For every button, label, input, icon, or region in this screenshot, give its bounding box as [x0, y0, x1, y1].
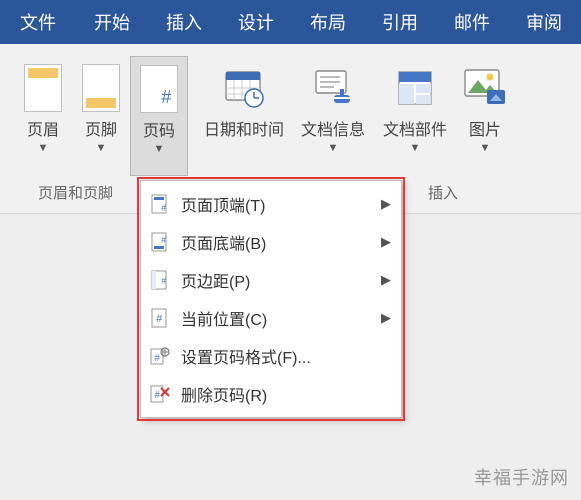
- tab-label: 插入: [166, 9, 202, 35]
- svg-text:#: #: [154, 390, 160, 401]
- page-number-menu: # 页面顶端(T) ▶ # 页面底端(B) ▶ # 页边距(P) ▶ # 当前位…: [140, 180, 402, 418]
- datetime-icon: [221, 60, 267, 116]
- menu-format-page-numbers[interactable]: # 设置页码格式(F)...: [141, 337, 401, 375]
- datetime-button[interactable]: 日期和时间: [196, 56, 292, 176]
- menu-item-label: 当前位置(C): [181, 306, 371, 330]
- menu-remove-page-numbers[interactable]: # 删除页码(R): [141, 375, 401, 413]
- page-number-button[interactable]: # 页码 ▼: [130, 56, 188, 176]
- tab-label: 审阅: [526, 9, 562, 35]
- picture-icon: [462, 60, 508, 116]
- footer-button[interactable]: 页脚 ▼: [72, 56, 130, 176]
- tab-home[interactable]: 开始: [76, 0, 148, 44]
- chevron-right-icon: ▶: [381, 310, 391, 326]
- page-number-icon: #: [136, 61, 182, 117]
- format-page-number-icon: #: [149, 345, 171, 367]
- tab-file[interactable]: 文件: [0, 0, 76, 44]
- tab-label: 设计: [238, 9, 274, 35]
- remove-page-number-icon: #: [149, 383, 171, 405]
- header-button[interactable]: 页眉 ▼: [14, 56, 72, 176]
- datetime-button-label: 日期和时间: [204, 122, 284, 140]
- menu-item-label: 设置页码格式(F)...: [181, 344, 391, 368]
- tab-label: 邮件: [454, 9, 490, 35]
- page-number-button-label: 页码: [143, 123, 175, 141]
- watermark: 幸福手游网: [474, 464, 569, 490]
- current-position-icon: #: [149, 307, 171, 329]
- menu-bottom-of-page[interactable]: # 页面底端(B) ▶: [141, 223, 401, 261]
- menu-item-label: 页面底端(B): [181, 230, 371, 254]
- tab-file-label: 文件: [20, 9, 56, 35]
- header-button-label: 页眉: [27, 122, 59, 140]
- tab-label: 引用: [382, 9, 418, 35]
- tab-label: 布局: [310, 9, 346, 35]
- chevron-right-icon: ▶: [381, 234, 391, 250]
- chevron-right-icon: ▶: [381, 272, 391, 288]
- picture-button[interactable]: 图片 ▼: [456, 56, 514, 176]
- group-header-footer-label: 页眉和页脚: [38, 182, 113, 203]
- page-top-icon: #: [149, 193, 171, 215]
- tab-label: 开始: [94, 9, 130, 35]
- chevron-down-icon: ▼: [328, 142, 339, 154]
- chevron-right-icon: ▶: [381, 196, 391, 212]
- chevron-down-icon: ▼: [410, 142, 421, 154]
- docinfo-button[interactable]: 文档信息 ▼: [292, 56, 374, 176]
- chevron-down-icon: ▼: [154, 143, 165, 155]
- picture-button-label: 图片: [469, 122, 501, 140]
- tab-design[interactable]: 设计: [220, 0, 292, 44]
- docinfo-button-label: 文档信息: [301, 122, 365, 140]
- chevron-down-icon: ▼: [480, 142, 491, 154]
- menu-page-margins[interactable]: # 页边距(P) ▶: [141, 261, 401, 299]
- chevron-down-icon: ▼: [38, 142, 49, 154]
- svg-text:#: #: [154, 353, 160, 364]
- menu-current-position[interactable]: # 当前位置(C) ▶: [141, 299, 401, 337]
- tab-bar: 文件 开始 插入 设计 布局 引用 邮件 审阅: [0, 0, 581, 44]
- tab-review[interactable]: 审阅: [508, 0, 580, 44]
- menu-item-label: 删除页码(R): [181, 382, 391, 406]
- tab-references[interactable]: 引用: [364, 0, 436, 44]
- group-insert-label: 插入: [428, 182, 458, 203]
- docparts-button-label: 文档部件: [383, 122, 447, 140]
- menu-item-label: 页面顶端(T): [181, 192, 371, 216]
- tab-insert[interactable]: 插入: [148, 0, 220, 44]
- chevron-down-icon: ▼: [96, 142, 107, 154]
- header-icon: [20, 60, 66, 116]
- docparts-button[interactable]: 文档部件 ▼: [374, 56, 456, 176]
- menu-item-label: 页边距(P): [181, 268, 371, 292]
- footer-button-label: 页脚: [85, 122, 117, 140]
- docinfo-icon: [310, 60, 356, 116]
- footer-icon: [78, 60, 124, 116]
- svg-text:#: #: [156, 313, 163, 325]
- page-bottom-icon: #: [149, 231, 171, 253]
- menu-top-of-page[interactable]: # 页面顶端(T) ▶: [141, 185, 401, 223]
- page-margins-icon: #: [149, 269, 171, 291]
- docparts-icon: [392, 60, 438, 116]
- tab-mail[interactable]: 邮件: [436, 0, 508, 44]
- tab-layout[interactable]: 布局: [292, 0, 364, 44]
